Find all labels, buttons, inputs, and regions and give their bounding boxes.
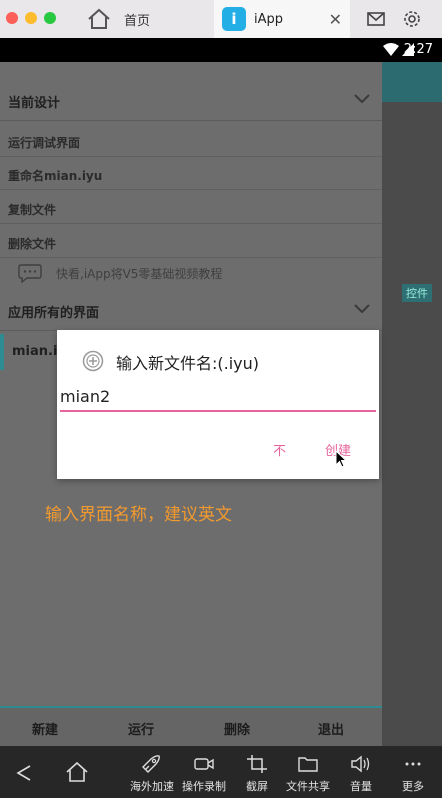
current-design-title: 当前设计 — [8, 96, 61, 111]
control-tab[interactable]: 控件 — [402, 284, 432, 302]
active-indicator — [0, 334, 4, 370]
new-file-dialog: 输入新文件名:(.iyu) 不 创建 — [57, 330, 379, 479]
toolbar-label: 音量 — [350, 780, 372, 793]
overseas-boost-button[interactable]: 海外加速 — [130, 754, 174, 794]
record-button[interactable]: 操作录制 — [182, 754, 226, 794]
home-icon[interactable] — [64, 761, 90, 783]
tab-iapp-label: iApp — [254, 11, 284, 27]
menu-item-run-debug[interactable]: 运行调试界面 — [8, 134, 80, 151]
menu-item-copy-file[interactable]: 复制文件 — [8, 201, 56, 218]
app-bottom-bar: 新建 运行 删除 退出 — [0, 706, 382, 746]
toolbar-label: 操作录制 — [182, 780, 226, 793]
run-button[interactable]: 运行 — [128, 719, 154, 738]
rocket-icon — [142, 755, 160, 773]
wifi-icon — [383, 43, 399, 56]
divider — [0, 223, 382, 224]
folder-icon — [298, 757, 318, 772]
editor-header — [382, 62, 442, 102]
hint-annotation: 输入界面名称，建议英文 — [45, 505, 232, 525]
mouse-pointer-icon — [335, 450, 347, 468]
status-bar: 2:27 — [0, 38, 442, 62]
crop-icon — [247, 755, 267, 773]
divider — [0, 156, 382, 157]
menu-item-delete-file[interactable]: 删除文件 — [8, 235, 56, 252]
close-icon[interactable]: ✕ — [329, 10, 342, 29]
tab-home-label: 首页 — [124, 13, 151, 29]
file-share-button[interactable]: 文件共享 — [286, 754, 330, 794]
toolbar-label: 文件共享 — [286, 780, 330, 793]
menu-item-rename[interactable]: 重命名mian.iyu — [8, 167, 102, 184]
delete-button[interactable]: 删除 — [224, 719, 250, 738]
add-circle-icon — [82, 350, 104, 372]
all-screens-header[interactable]: 应用所有的界面 — [0, 292, 382, 331]
toolbar-label: 更多 — [402, 780, 424, 793]
emulator-title-bar: 首页 i iApp ✕ — [0, 0, 442, 38]
dialog-title: 输入新文件名:(.iyu) — [116, 354, 260, 373]
cancel-button[interactable]: 不 — [273, 440, 286, 459]
tutorial-link[interactable]: 快看,iApp将V5零基础视频教程 — [18, 263, 222, 283]
home-icon — [88, 8, 110, 29]
iapp-logo-icon: i — [222, 7, 246, 31]
mail-icon[interactable] — [366, 9, 386, 29]
filename-input[interactable] — [60, 382, 376, 412]
chat-bubble-icon — [18, 264, 42, 283]
toolbar-label: 海外加速 — [130, 780, 174, 793]
current-design-header[interactable]: 当前设计 — [0, 82, 382, 121]
more-icon — [405, 762, 421, 766]
chevron-down-icon — [354, 304, 370, 314]
maximize-window-button[interactable] — [44, 12, 56, 24]
video-icon — [194, 758, 214, 770]
tutorial-text: 快看,iApp将V5零基础视频教程 — [56, 266, 223, 281]
toolbar-label: 截屏 — [246, 780, 268, 793]
close-window-button[interactable] — [6, 12, 18, 24]
chevron-down-icon — [354, 94, 370, 104]
more-button[interactable]: 更多 — [402, 754, 424, 794]
divider — [0, 189, 382, 190]
editor-background: 控件 — [382, 62, 442, 746]
back-icon[interactable] — [16, 764, 32, 782]
volume-icon — [351, 755, 370, 773]
screenshot-button[interactable]: 截屏 — [246, 754, 268, 794]
all-screens-title: 应用所有的界面 — [8, 306, 100, 321]
volume-button[interactable]: 音量 — [350, 754, 372, 794]
phone-screen: 控件 当前设计 运行调试界面 重命名mian.iyu 复制文件 删除文件 快看,… — [0, 62, 442, 746]
new-button[interactable]: 新建 — [32, 719, 58, 738]
gear-icon[interactable] — [402, 9, 422, 29]
emulator-toolbar: 海外加速 操作录制 截屏 文件共享 音量 更多 — [0, 746, 442, 798]
divider — [0, 257, 382, 258]
tab-home[interactable]: 首页 — [78, 0, 212, 38]
tab-iapp[interactable]: i iApp ✕ — [214, 0, 350, 38]
status-time: 2:27 — [403, 42, 433, 57]
exit-button[interactable]: 退出 — [318, 719, 344, 738]
minimize-window-button[interactable] — [25, 12, 37, 24]
